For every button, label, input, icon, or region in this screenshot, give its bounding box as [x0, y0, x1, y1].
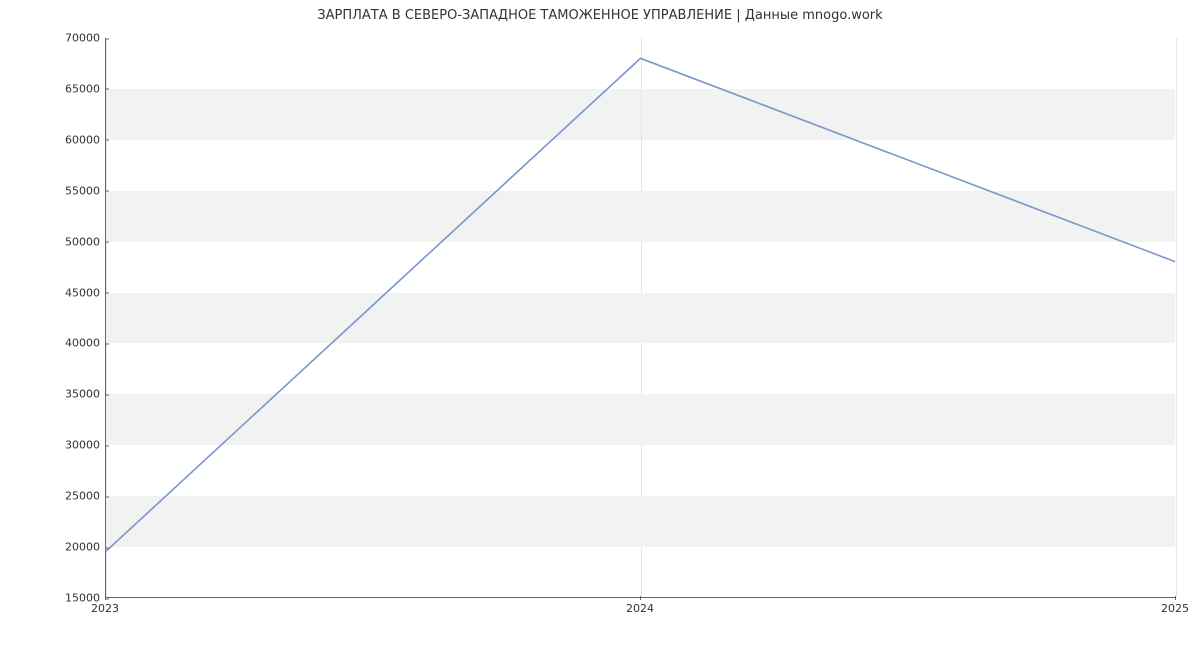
y-tick-mark	[105, 191, 109, 192]
x-tick-label: 2023	[91, 602, 119, 615]
y-tick-label: 25000	[0, 490, 100, 503]
plot-area	[105, 38, 1175, 598]
x-tick-label: 2024	[626, 602, 654, 615]
y-tick-label: 15000	[0, 592, 100, 605]
x-tick-mark	[640, 596, 641, 600]
y-tick-mark	[105, 547, 109, 548]
y-tick-label: 20000	[0, 541, 100, 554]
chart-container: ЗАРПЛАТА В СЕВЕРО-ЗАПАДНОЕ ТАМОЖЕННОЕ УП…	[0, 0, 1200, 650]
y-tick-label: 30000	[0, 439, 100, 452]
y-tick-mark	[105, 140, 109, 141]
y-tick-label: 70000	[0, 32, 100, 45]
y-tick-label: 65000	[0, 82, 100, 95]
y-tick-label: 55000	[0, 184, 100, 197]
y-tick-mark	[105, 293, 109, 294]
series-line	[106, 58, 1175, 551]
line-series	[106, 38, 1175, 597]
y-tick-label: 40000	[0, 337, 100, 350]
y-tick-mark	[105, 89, 109, 90]
y-tick-mark	[105, 394, 109, 395]
y-tick-mark	[105, 343, 109, 344]
grid-vline	[1176, 38, 1177, 597]
y-tick-label: 45000	[0, 286, 100, 299]
y-tick-label: 50000	[0, 235, 100, 248]
x-tick-label: 2025	[1161, 602, 1189, 615]
x-tick-mark	[1175, 596, 1176, 600]
y-tick-mark	[105, 496, 109, 497]
x-tick-mark	[105, 596, 106, 600]
y-tick-mark	[105, 242, 109, 243]
y-tick-mark	[105, 38, 109, 39]
y-tick-label: 60000	[0, 133, 100, 146]
chart-title: ЗАРПЛАТА В СЕВЕРО-ЗАПАДНОЕ ТАМОЖЕННОЕ УП…	[0, 8, 1200, 23]
y-tick-mark	[105, 445, 109, 446]
y-tick-label: 35000	[0, 388, 100, 401]
